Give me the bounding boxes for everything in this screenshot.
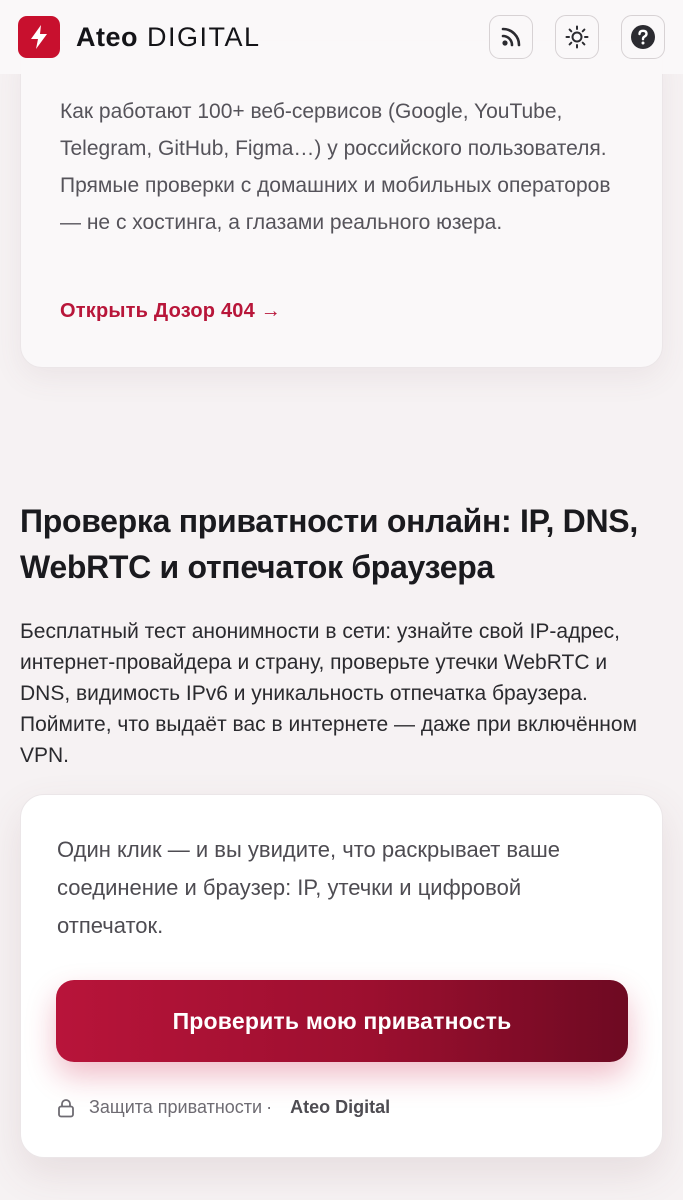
dozor-description: Как работают 100+ веб-сервисов (Google, … bbox=[60, 100, 611, 234]
rss-feed-icon bbox=[501, 27, 521, 47]
open-dozor-link[interactable]: Открыть Дозор 404 → bbox=[60, 300, 281, 323]
privacy-check-card: Один клик — и вы увидите, что раскрывает… bbox=[20, 794, 663, 1158]
footer-separator: · bbox=[266, 1097, 273, 1117]
brand-name[interactable]: Ateo DIGITAL bbox=[76, 22, 261, 53]
lock-icon bbox=[58, 1098, 74, 1117]
lightning-bolt-icon bbox=[31, 25, 47, 49]
sun-theme-icon bbox=[565, 25, 589, 49]
help-question-icon bbox=[631, 25, 655, 49]
top-header: Ateo DIGITAL bbox=[0, 0, 683, 74]
page-title: Проверка приватности онлайн: IP, DNS, We… bbox=[20, 503, 638, 585]
rss-button[interactable] bbox=[489, 15, 533, 59]
cta-description: Один клик — и вы увидите, что раскрывает… bbox=[57, 837, 560, 938]
logo[interactable] bbox=[18, 16, 60, 58]
brand-secondary: DIGITAL bbox=[147, 21, 261, 52]
help-button[interactable] bbox=[621, 15, 665, 59]
header-actions bbox=[489, 15, 665, 59]
footer-brand: Ateo Digital bbox=[290, 1097, 391, 1117]
theme-toggle-button[interactable] bbox=[555, 15, 599, 59]
privacy-footer-label: Защита приватности bbox=[89, 1097, 263, 1117]
brand-primary: Ateo bbox=[76, 21, 138, 52]
section-description: Бесплатный тест анонимности в сети: узна… bbox=[20, 620, 638, 767]
privacy-footer: Защита приватности · Ateo Digital bbox=[57, 1097, 390, 1118]
check-privacy-button[interactable]: Проверить мою приватность bbox=[56, 980, 628, 1062]
